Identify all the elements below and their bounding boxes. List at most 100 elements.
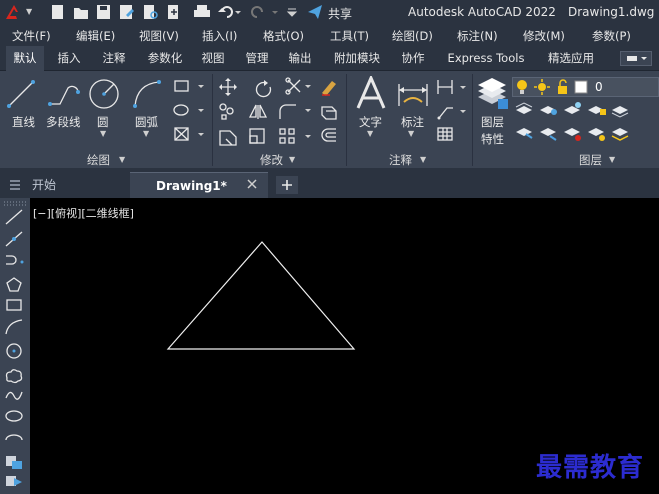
leader-icon (437, 107, 466, 120)
tab-collaborate[interactable]: 协作 (396, 46, 430, 71)
left-polyline-icon (6, 255, 24, 265)
text-tool-button[interactable] (354, 74, 388, 112)
linear-dimension-icon (437, 80, 466, 94)
autocad-logo-icon[interactable] (4, 3, 24, 21)
layer-tool-icon-2 (540, 106, 557, 115)
menu-draw[interactable]: 绘图(D) (392, 28, 433, 44)
triangle-shape (166, 241, 356, 350)
text-icon (356, 74, 386, 109)
menu-view[interactable]: 视图(V) (139, 28, 179, 44)
app-menu-caret-icon[interactable]: ▼ (26, 7, 32, 16)
menu-parameters[interactable]: 参数(P) (592, 28, 631, 44)
left-spline-icon (5, 391, 23, 400)
tab-default[interactable]: 默认 (6, 46, 44, 71)
layers-panel-expand-icon[interactable]: ▼ (609, 155, 615, 164)
rotate-icon (255, 80, 272, 98)
share-label[interactable]: 共享 (328, 5, 352, 22)
tab-express-tools[interactable]: Express Tools (440, 46, 532, 71)
annotation-panel-title[interactable]: 注释 (389, 152, 412, 168)
layer-unlock-icon (558, 79, 567, 94)
dimension-dropdown-icon[interactable]: ▼ (408, 129, 414, 138)
redo-icon (251, 6, 263, 18)
redo-dropdown-icon (272, 11, 278, 14)
layer-dropdown[interactable]: 0 (512, 77, 659, 97)
copy-icon (219, 103, 234, 120)
annotation-small-tools (436, 78, 470, 144)
title-bar: ▼ 共享 Autodesk AutoCAD 2022 Drawing1.dwg (0, 0, 659, 24)
left-insert-block-icon (6, 456, 22, 469)
app-title: Autodesk AutoCAD 2022 (408, 5, 556, 19)
layers-panel-title[interactable]: 图层 (579, 152, 602, 168)
layer-tool-icon-9 (588, 128, 605, 141)
tab-output[interactable]: 输出 (283, 46, 317, 71)
draw-panel-title[interactable]: 绘图 (87, 152, 110, 168)
circle-tool-button[interactable] (88, 78, 120, 110)
left-construction-line-icon (5, 231, 23, 247)
mirror-icon (248, 104, 268, 119)
tab-featured-apps[interactable]: 精选应用 (538, 46, 604, 71)
layer-tool-icon-3 (564, 102, 581, 114)
line-tool-button[interactable] (5, 78, 37, 110)
tab-manage[interactable]: 管理 (240, 46, 274, 71)
undo-icon (218, 6, 233, 18)
stretch-icon (219, 130, 237, 146)
watermark-text: 最需教育 (536, 453, 645, 483)
close-tab-icon[interactable] (246, 178, 258, 190)
left-make-block-icon (6, 476, 22, 486)
layer-color-swatch (574, 80, 588, 94)
layer-tool-icon-5 (611, 106, 629, 118)
modify-panel-expand-icon[interactable]: ▼ (289, 155, 295, 164)
modify-panel-title[interactable]: 修改 (260, 152, 283, 168)
left-polygon-icon (6, 277, 22, 292)
quick-access-toolbar (50, 4, 305, 23)
left-arc-icon (5, 319, 23, 335)
menu-bar: 文件(F) 编辑(E) 视图(V) 插入(I) 格式(O) 工具(T) 绘图(D… (0, 24, 659, 46)
hatch-icon (173, 104, 204, 116)
tab-annotate[interactable]: 注释 (94, 46, 134, 71)
draw-panel-expand-icon[interactable]: ▼ (119, 155, 125, 164)
table-region-icon (174, 127, 204, 141)
polyline-label: 多段线 (46, 115, 81, 129)
dimension-tool-button[interactable] (396, 80, 430, 110)
line-label: 直线 (12, 115, 35, 129)
draw-toolbar-left (0, 198, 30, 494)
layer-tool-icon-10 (611, 128, 629, 141)
print-icon (194, 5, 210, 17)
arc-dropdown-icon[interactable]: ▼ (143, 129, 149, 138)
layer-properties-button[interactable] (476, 77, 510, 111)
menu-modify[interactable]: 修改(M) (523, 28, 565, 44)
left-ellipse-arc-icon (5, 434, 23, 441)
layer-properties-label-1: 图层 (481, 115, 504, 129)
modify-tools (218, 77, 342, 149)
scale-icon (249, 128, 265, 144)
polyline-tool-button[interactable] (46, 78, 82, 110)
tab-view[interactable]: 视图 (196, 46, 230, 71)
menu-tools[interactable]: 工具(T) (330, 28, 369, 44)
menu-file[interactable]: 文件(F) (12, 28, 51, 44)
text-label: 文字 (359, 115, 382, 129)
left-line-icon (5, 209, 23, 225)
tab-insert[interactable]: 插入 (52, 46, 86, 71)
menu-insert[interactable]: 插入(I) (202, 28, 237, 44)
new-tab-button[interactable] (276, 176, 298, 194)
tab-addins[interactable]: 附加模块 (327, 46, 387, 71)
text-dropdown-icon[interactable]: ▼ (367, 129, 373, 138)
workspace-dropdown-icon (286, 8, 298, 17)
menu-edit[interactable]: 编辑(E) (76, 28, 115, 44)
circle-dropdown-icon[interactable]: ▼ (100, 129, 106, 138)
draw-small-tools (172, 78, 208, 144)
arc-tool-button[interactable] (131, 78, 163, 110)
file-tab-menu-icon[interactable] (8, 178, 22, 192)
ribbon-minimize-button[interactable] (620, 51, 652, 66)
trim-icon (285, 77, 301, 95)
toolbar-grip-icon (4, 201, 26, 206)
annotation-panel-expand-icon[interactable]: ▼ (420, 155, 426, 164)
polyline-icon (48, 85, 80, 106)
menu-dimension[interactable]: 标注(N) (457, 28, 498, 44)
menu-format[interactable]: 格式(O) (263, 28, 304, 44)
share-button[interactable] (307, 4, 323, 23)
tab-parametric[interactable]: 参数化 (140, 46, 190, 71)
panel-divider (212, 74, 213, 166)
save-as-icon (120, 5, 134, 19)
doc-tab-start[interactable]: 开始 (24, 172, 124, 198)
